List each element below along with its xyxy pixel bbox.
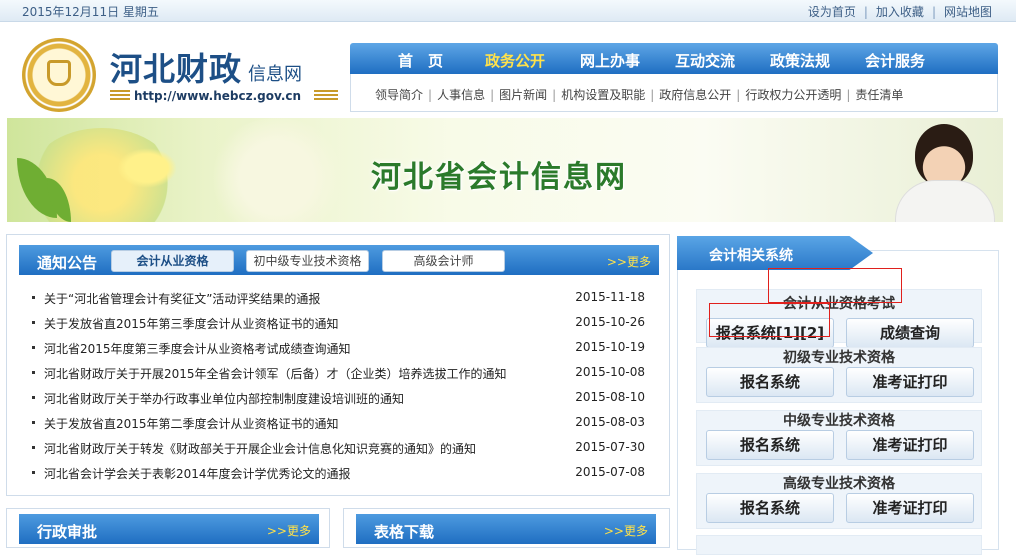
highlight-box (709, 303, 830, 337)
set-homepage-link[interactable]: 设为首页 (808, 5, 856, 19)
tab-junior-intermediate[interactable]: 初中级专业技术资格 (246, 250, 369, 272)
admin-approval-label: 行政审批 (37, 523, 98, 541)
site-logo-title[interactable]: 河北财政 (110, 44, 242, 90)
tab-senior-accountant[interactable]: 高级会计师 (382, 250, 505, 272)
list-item[interactable]: 河北省财政厅关于举办行政事业单位内部控制制度建设培训班的通知 2015-08-10 (27, 387, 655, 412)
list-item[interactable]: 关于“河北省管理会计有奖征文”活动评奖结果的通报 2015-11-18 (27, 287, 655, 312)
nav-interaction[interactable]: 互动交流 (675, 50, 735, 71)
main-nav: 首 页 政务公开 网上办事 互动交流 政策法规 会计服务 (350, 43, 998, 74)
form-download-label: 表格下载 (374, 523, 435, 541)
current-date: 2015年12月11日 星期五 (22, 5, 159, 19)
divider: | (863, 5, 868, 19)
systems-title: 会计相关系统 (709, 248, 793, 264)
hero-banner: 河北省会计信息网 (7, 118, 1003, 222)
logo-decoration (314, 90, 338, 100)
section-heading: 高级专业技术资格 (783, 476, 895, 492)
top-links: 设为首页 | 加入收藏 | 网站地图 (808, 3, 992, 20)
list-item[interactable]: 河北省财政厅关于开展2015年全省会计领军（后备）才（企业类）培养选拔工作的通知… (27, 362, 655, 387)
nav-online-services[interactable]: 网上办事 (580, 50, 640, 71)
systems-title-tab: 会计相关系统 (677, 236, 873, 270)
notice-panel: 通知公告 会计从业资格 初中级专业技术资格 高级会计师 >>更多 关于“河北省管… (6, 234, 670, 496)
highlight-box (768, 268, 902, 303)
more-link[interactable]: >>更多 (607, 253, 651, 270)
more-link[interactable]: >>更多 (267, 522, 311, 539)
subnav-gov-info[interactable]: 政府信息公开 (659, 88, 731, 102)
divider: | (931, 5, 936, 19)
registration-system-button[interactable]: 报名系统 (706, 430, 834, 460)
list-item[interactable]: 河北省会计学会关于表彰2014年度会计学优秀论文的通报 2015-07-08 (27, 462, 655, 487)
section-heading: 初级专业技术资格 (783, 350, 895, 366)
nav-accounting-services[interactable]: 会计服务 (865, 50, 925, 71)
more-link[interactable]: >>更多 (604, 522, 648, 539)
subnav-leaders[interactable]: 领导简介 (375, 88, 423, 102)
list-item[interactable]: 关于发放省直2015年第二季度会计从业资格证书的通知 2015-08-03 (27, 412, 655, 437)
nav-home[interactable]: 首 页 (398, 50, 443, 71)
form-download-panel: 表格下载 >>更多 (343, 508, 670, 548)
sub-nav: 领导简介 | 人事信息 | 图片新闻 | 机构设置及职能 | 政府信息公开 | 行政权力公开透明 | 责… (350, 74, 998, 112)
banner-title: 河北省会计信息网 (371, 160, 627, 195)
top-bar: 2015年12月11日 星期五 设为首页 | 加入收藏 | 网站地图 (0, 0, 1016, 22)
logo-decoration (110, 90, 130, 100)
list-item[interactable]: 河北省财政厅关于转发《财政部关于开展企业会计信息化知识竞赛的通知》的通知 2015… (27, 437, 655, 462)
finance-dept-seal-icon[interactable] (22, 38, 96, 112)
student-image (885, 122, 995, 222)
site-url: http://www.hebcz.gov.cn (134, 89, 302, 103)
admin-approval-panel: 行政审批 >>更多 (6, 508, 330, 548)
subnav-power-transparency[interactable]: 行政权力公开透明 (745, 88, 841, 102)
nav-government-affairs[interactable]: 政务公开 (485, 50, 545, 71)
site-map-link[interactable]: 网站地图 (944, 5, 992, 19)
subnav-organization[interactable]: 机构设置及职能 (561, 88, 645, 102)
add-favorite-link[interactable]: 加入收藏 (876, 5, 924, 19)
notice-label: 通知公告 (37, 254, 98, 272)
subnav-responsibility-list[interactable]: 责任清单 (855, 88, 903, 102)
notice-tab-bar: 通知公告 会计从业资格 初中级专业技术资格 高级会计师 >>更多 (19, 245, 659, 275)
registration-system-button[interactable]: 报名系统 (706, 493, 834, 523)
site-logo-subtitle: 信息网 (248, 64, 302, 85)
subnav-photo-news[interactable]: 图片新闻 (499, 88, 547, 102)
notice-list: 关于“河北省管理会计有奖征文”活动评奖结果的通报 2015-11-18 关于发放省… (27, 287, 655, 487)
admission-ticket-print-button[interactable]: 准考证打印 (846, 493, 974, 523)
admission-ticket-print-button[interactable]: 准考证打印 (846, 430, 974, 460)
tab-accounting-qualification[interactable]: 会计从业资格 (111, 250, 234, 272)
nav-policies[interactable]: 政策法规 (770, 50, 830, 71)
list-item[interactable]: 河北省2015年度第三季度会计从业资格考试成绩查询通知 2015-10-19 (27, 337, 655, 362)
registration-system-button[interactable]: 报名系统 (706, 367, 834, 397)
section-heading: 中级专业技术资格 (783, 413, 895, 429)
score-query-button[interactable]: 成绩查询 (846, 318, 974, 348)
subnav-personnel[interactable]: 人事信息 (437, 88, 485, 102)
list-item[interactable]: 关于发放省直2015年第三季度会计从业资格证书的通知 2015-10-26 (27, 312, 655, 337)
admission-ticket-print-button[interactable]: 准考证打印 (846, 367, 974, 397)
